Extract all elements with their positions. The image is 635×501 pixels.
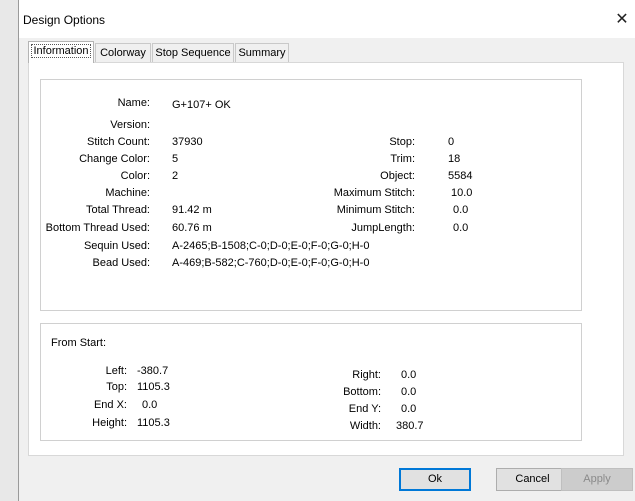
- information-panel: Name: G+107+ OK Version: Stitch Count: 3…: [28, 62, 624, 456]
- background-canvas: [0, 0, 18, 501]
- stop-value: 0: [448, 136, 455, 148]
- trim-value: 18: [448, 153, 461, 165]
- tab-information[interactable]: Information: [28, 41, 94, 63]
- sequin-used-label: Sequin Used:: [83, 240, 150, 252]
- from-start-heading: From Start:: [51, 337, 107, 349]
- object-value: 5584: [448, 170, 473, 182]
- minimum-stitch-label: Minimum Stitch:: [336, 204, 415, 216]
- jump-length-label: JumpLength:: [351, 222, 415, 234]
- tab-stop-sequence[interactable]: Stop Sequence: [152, 43, 234, 62]
- end-x-value: 0.0: [142, 399, 158, 411]
- tab-information-label: Information: [31, 44, 91, 58]
- total-thread-label: Total Thread:: [85, 204, 150, 216]
- color-value: 2: [172, 170, 179, 182]
- cancel-button[interactable]: Cancel: [496, 468, 569, 491]
- bottom-label: Bottom:: [343, 386, 381, 398]
- change-color-label: Change Color:: [79, 153, 150, 165]
- stitch-count-value: 37930: [172, 136, 203, 148]
- top-label: Top:: [106, 381, 127, 393]
- bead-used-value: A-469;B-582;C-760;D-0;E-0;F-0;G-0;H-0: [172, 257, 370, 269]
- trim-label: Trim:: [390, 153, 415, 165]
- end-x-label: End X:: [93, 399, 127, 411]
- width-value: 380.7: [396, 420, 424, 432]
- left-label: Left:: [105, 365, 127, 377]
- total-thread-value: 91.42 m: [172, 204, 212, 216]
- design-options-dialog: Design Options ✕ Information Colorway St…: [18, 0, 635, 501]
- height-value: 1105.3: [137, 417, 170, 429]
- design-info-group: Name: G+107+ OK Version: Stitch Count: 3…: [40, 79, 582, 311]
- right-value: 0.0: [401, 369, 417, 381]
- maximum-stitch-label: Maximum Stitch:: [333, 187, 415, 199]
- minimum-stitch-value: 0.0: [453, 204, 469, 216]
- object-label: Object:: [380, 170, 415, 182]
- height-label: Height:: [92, 417, 127, 429]
- stop-label: Stop:: [389, 136, 415, 148]
- tab-colorway[interactable]: Colorway: [95, 43, 151, 62]
- end-y-value: 0.0: [401, 403, 417, 415]
- left-value: -380.7: [137, 365, 169, 377]
- title-bar: Design Options ✕: [19, 0, 635, 38]
- close-icon[interactable]: ✕: [612, 10, 632, 30]
- ok-button[interactable]: Ok: [399, 468, 471, 491]
- stitch-count-label: Stitch Count:: [87, 136, 150, 148]
- machine-label: Machine:: [105, 187, 150, 199]
- from-start-group: From Start: Left: -380.7 Top: 1105.3 End…: [40, 323, 582, 441]
- jump-length-value: 0.0: [453, 222, 469, 234]
- right-label: Right:: [352, 369, 381, 381]
- bottom-value: 0.0: [401, 386, 417, 398]
- apply-button[interactable]: Apply: [561, 468, 633, 491]
- top-value: 1105.3: [137, 381, 170, 393]
- window-title: Design Options: [23, 13, 106, 27]
- end-y-label: End Y:: [348, 403, 381, 415]
- tab-summary[interactable]: Summary: [235, 43, 289, 62]
- bead-used-label: Bead Used:: [92, 257, 150, 269]
- maximum-stitch-value: 10.0: [451, 187, 473, 199]
- change-color-value: 5: [172, 153, 179, 165]
- bottom-thread-value: 60.76 m: [172, 222, 212, 234]
- sequin-used-value: A-2465;B-1508;C-0;D-0;E-0;F-0;G-0;H-0: [172, 240, 370, 252]
- width-label: Width:: [349, 420, 381, 432]
- name-value: G+107+ OK: [172, 99, 231, 111]
- color-label: Color:: [120, 170, 150, 182]
- name-label: Name:: [117, 97, 150, 109]
- bottom-thread-label: Bottom Thread Used:: [45, 222, 150, 234]
- version-label: Version:: [110, 119, 150, 131]
